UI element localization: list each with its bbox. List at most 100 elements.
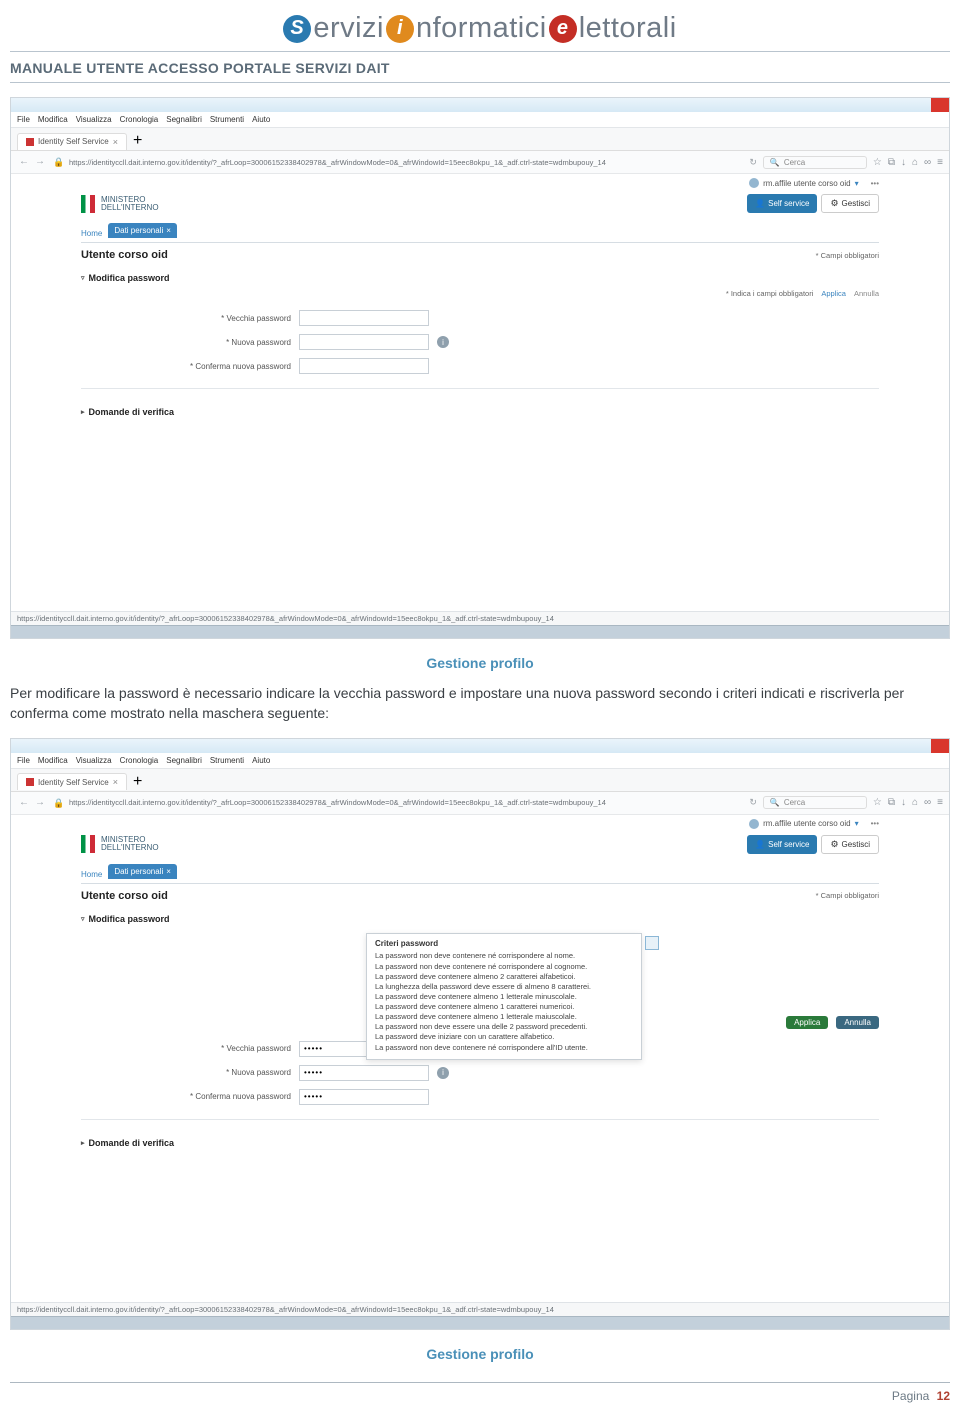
more-icon[interactable]: ••• xyxy=(871,819,879,828)
expand-icon: ▿ xyxy=(81,915,85,923)
menu-aiuto[interactable]: Aiuto xyxy=(252,115,270,124)
nav-back-icon[interactable]: ← xyxy=(17,796,31,810)
self-service-button[interactable]: 👤 Self service xyxy=(747,194,817,213)
star-icon[interactable]: ☆ xyxy=(873,797,882,808)
browser-tab[interactable]: Identity Self Service × xyxy=(17,133,127,150)
menu-file[interactable]: File xyxy=(17,756,30,765)
collapse-icon: ▸ xyxy=(81,1139,85,1147)
menu-cronologia[interactable]: Cronologia xyxy=(120,756,159,765)
clip-icon[interactable]: ∞ xyxy=(924,797,931,808)
menu-segnalibri[interactable]: Segnalibri xyxy=(166,115,202,124)
divider xyxy=(10,82,950,83)
status-bar: https://identityccll.dait.interno.gov.it… xyxy=(11,611,949,625)
nav-tab-label: Dati personali xyxy=(114,226,163,235)
user-badge[interactable]: rm.affile utente corso oid ▾ ••• xyxy=(749,178,879,188)
applica-link[interactable]: Applica xyxy=(821,289,846,298)
nav-tab-dati-personali[interactable]: Dati personali × xyxy=(108,864,177,879)
nav-home[interactable]: Home xyxy=(81,870,102,879)
window-close-button[interactable] xyxy=(931,739,949,753)
nav-forward-icon[interactable]: → xyxy=(33,796,47,810)
menu-visualizza[interactable]: Visualizza xyxy=(76,756,112,765)
browser-tab[interactable]: Identity Self Service × xyxy=(17,773,127,790)
download-icon[interactable]: ↓ xyxy=(901,157,906,168)
menu-icon[interactable]: ≡ xyxy=(937,157,943,168)
new-tab-button[interactable]: + xyxy=(133,132,142,150)
user-badge[interactable]: rm.affile utente corso oid ▾ ••• xyxy=(749,819,879,829)
tooltip-close-button[interactable] xyxy=(645,936,659,950)
applica-button[interactable]: Applica xyxy=(786,1016,828,1029)
home-icon[interactable]: ⌂ xyxy=(912,797,918,808)
tab-favicon-icon xyxy=(26,778,34,786)
annulla-button[interactable]: Annulla xyxy=(836,1016,879,1029)
nav-back-icon[interactable]: ← xyxy=(17,155,31,169)
tooltip-rule: La password deve iniziare con un caratte… xyxy=(375,1032,633,1042)
self-service-button[interactable]: 👤 Self service xyxy=(747,835,817,854)
logo: S ervizi i nformatici e lettorali xyxy=(283,12,676,45)
menu-segnalibri[interactable]: Segnalibri xyxy=(166,756,202,765)
tab-close-icon[interactable]: × xyxy=(113,777,118,787)
nav-tab-close-icon[interactable]: × xyxy=(166,226,171,235)
menu-cronologia[interactable]: Cronologia xyxy=(120,115,159,124)
browser-search-input[interactable]: 🔍 Cerca xyxy=(763,796,867,809)
search-placeholder: Cerca xyxy=(784,158,805,167)
menu-modifica[interactable]: Modifica xyxy=(38,756,68,765)
nav-tab-dati-personali[interactable]: Dati personali × xyxy=(108,223,177,238)
footer-divider xyxy=(10,1382,950,1383)
tooltip-rule: La password deve contenere almeno 1 lett… xyxy=(375,1012,633,1022)
new-tab-button[interactable]: + xyxy=(133,773,142,791)
bookmark-icon[interactable]: ⧉ xyxy=(888,157,895,168)
avatar-icon xyxy=(749,178,759,188)
page-title: Utente corso oid xyxy=(81,890,168,902)
gestisci-button[interactable]: ⚙ Gestisci xyxy=(821,194,879,213)
download-icon[interactable]: ↓ xyxy=(901,797,906,808)
info-icon[interactable]: i xyxy=(437,336,449,348)
reload-icon[interactable]: ↻ xyxy=(749,797,757,808)
home-icon[interactable]: ⌂ xyxy=(912,157,918,168)
nav-forward-icon[interactable]: → xyxy=(33,155,47,169)
more-icon[interactable]: ••• xyxy=(871,179,879,188)
clip-icon[interactable]: ∞ xyxy=(924,157,931,168)
browser-search-input[interactable]: 🔍 Cerca xyxy=(763,156,867,169)
taskbar xyxy=(11,625,949,638)
status-bar: https://identityccll.dait.interno.gov.it… xyxy=(11,1302,949,1316)
bookmark-icon[interactable]: ⧉ xyxy=(888,797,895,808)
tooltip-rule: La password deve contenere almeno 2 cara… xyxy=(375,972,633,982)
section-title: Modifica password xyxy=(89,273,170,283)
nuova-password-input[interactable] xyxy=(299,1065,429,1081)
italian-flag-icon xyxy=(81,835,95,853)
ministry-logo: MINISTERO DELL'INTERNO xyxy=(81,835,159,853)
url-text[interactable]: https://identityccll.dait.interno.gov.it… xyxy=(69,798,743,807)
menu-strumenti[interactable]: Strumenti xyxy=(210,756,244,765)
conferma-password-input[interactable] xyxy=(299,358,429,374)
annulla-link[interactable]: Annulla xyxy=(854,289,879,298)
info-icon[interactable]: i xyxy=(437,1067,449,1079)
menu-file[interactable]: File xyxy=(17,115,30,124)
section-head-domande[interactable]: ▸ Domande di verifica xyxy=(81,1128,879,1152)
section-head-modifica[interactable]: ▿ Modifica password xyxy=(81,269,879,287)
reload-icon[interactable]: ↻ xyxy=(749,157,757,168)
star-icon[interactable]: ☆ xyxy=(873,157,882,168)
section-head-domande[interactable]: ▸ Domande di verifica xyxy=(81,397,879,421)
nav-home[interactable]: Home xyxy=(81,229,102,238)
menu-modifica[interactable]: Modifica xyxy=(38,115,68,124)
menu-strumenti[interactable]: Strumenti xyxy=(210,115,244,124)
tooltip-rule: La password deve contenere almeno 1 cara… xyxy=(375,1002,633,1012)
gear-icon: ⚙ xyxy=(830,839,838,850)
gestisci-button[interactable]: ⚙ Gestisci xyxy=(821,835,879,854)
menu-icon[interactable]: ≡ xyxy=(937,797,943,808)
chevron-down-icon: ▾ xyxy=(855,179,859,188)
section-head-modifica[interactable]: ▿ Modifica password xyxy=(81,910,879,928)
vecchia-password-input[interactable] xyxy=(299,310,429,326)
label-conferma-password: * Conferma nuova password xyxy=(81,362,291,371)
conferma-password-input[interactable] xyxy=(299,1089,429,1105)
url-text[interactable]: https://identityccll.dait.interno.gov.it… xyxy=(69,158,743,167)
window-close-button[interactable] xyxy=(931,98,949,112)
search-icon: 🔍 xyxy=(770,798,780,807)
nuova-password-input[interactable] xyxy=(299,334,429,350)
logo-e-icon: e xyxy=(549,15,577,43)
tab-close-icon[interactable]: × xyxy=(113,137,118,147)
nav-tab-close-icon[interactable]: × xyxy=(166,867,171,876)
taskbar xyxy=(11,1316,949,1329)
menu-aiuto[interactable]: Aiuto xyxy=(252,756,270,765)
menu-visualizza[interactable]: Visualizza xyxy=(76,115,112,124)
